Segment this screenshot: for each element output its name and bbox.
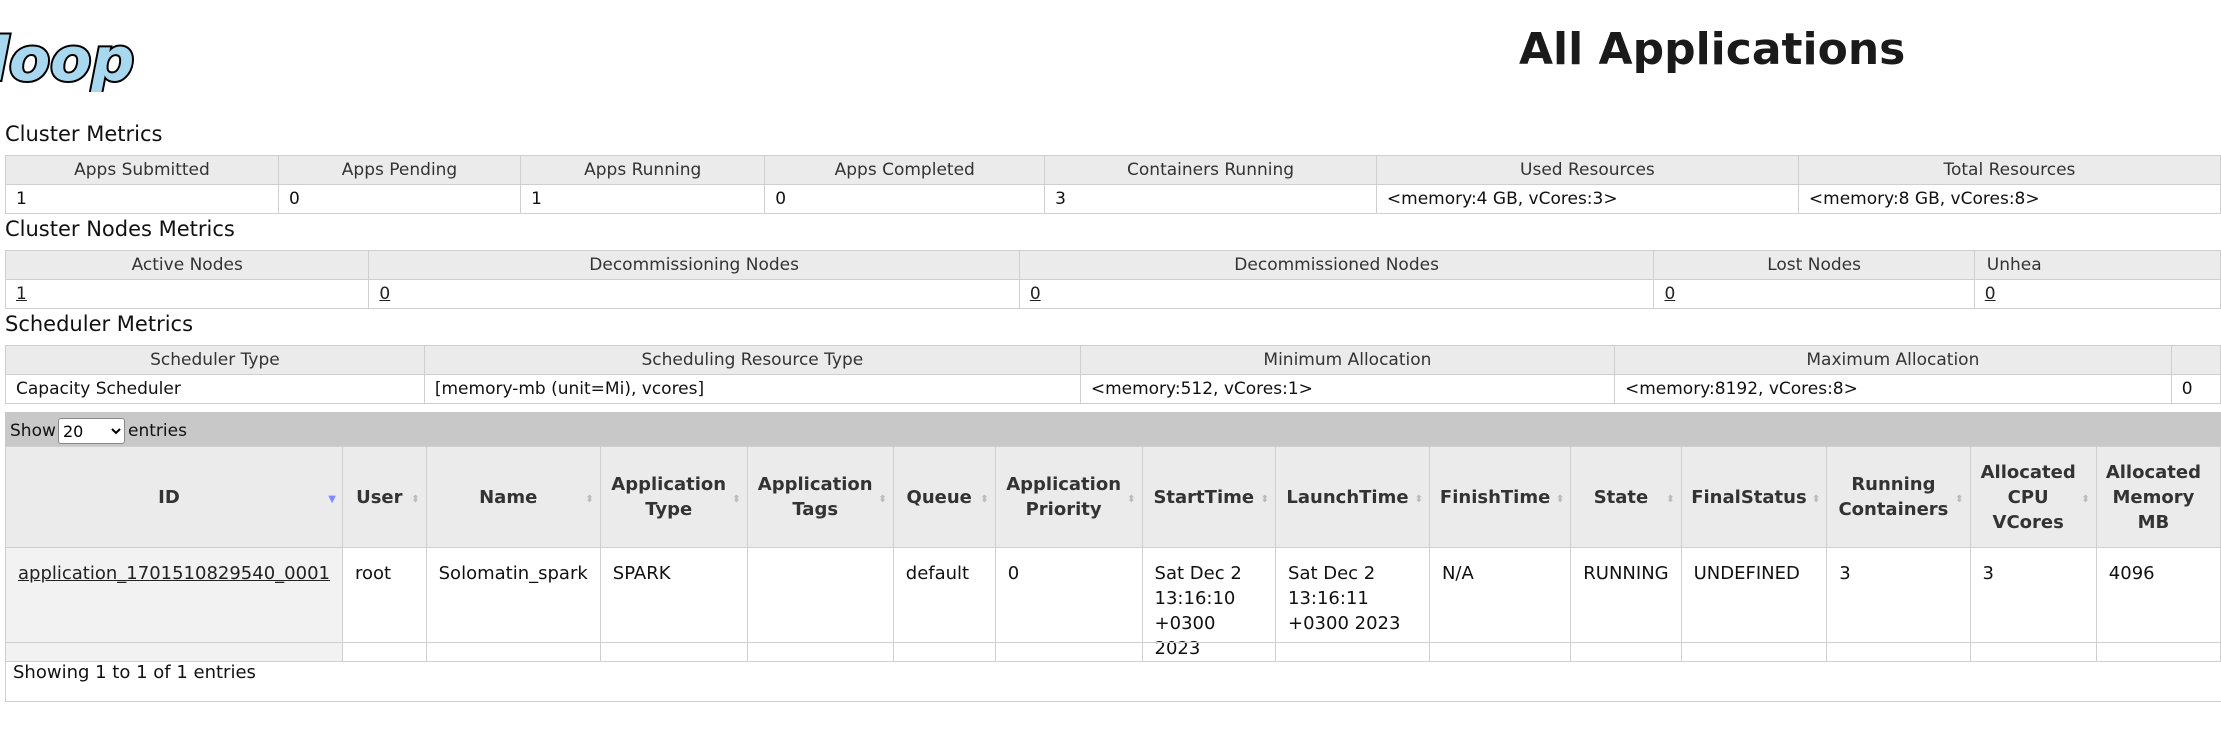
sort-both-icon: ⬍: [2081, 494, 2090, 505]
decommissioning-nodes-link[interactable]: 0: [379, 284, 390, 304]
col-header: Used Resources: [1375, 155, 1799, 185]
sort-header-user[interactable]: User ⬍: [341, 446, 427, 548]
col-header: Minimum Allocation: [1079, 345, 1615, 375]
active-nodes-link[interactable]: 1: [16, 284, 27, 304]
table-row: Capacity Scheduler [memory-mb (unit=Mi),…: [5, 374, 2221, 404]
table-header-row: Apps Submitted Apps Pending Apps Running…: [5, 155, 2221, 185]
show-label: Show: [10, 421, 56, 441]
sort-header-application-tags[interactable]: Application Tags ⬍: [746, 446, 894, 548]
sort-both-icon: ⬍: [1127, 494, 1136, 505]
scheduler-extra-value: 0: [2170, 374, 2221, 404]
cluster-nodes-metrics-title: Cluster Nodes Metrics: [5, 217, 235, 241]
sort-header-final-status[interactable]: FinalStatus ⬍: [1680, 446, 1828, 548]
decommissioning-nodes-cell: 0: [368, 279, 1020, 309]
sort-header-state[interactable]: State ⬍: [1570, 446, 1682, 548]
sort-both-icon: ⬍: [1260, 494, 1270, 505]
sort-header-id[interactable]: ID ▼: [5, 446, 343, 548]
sort-desc-icon: ▼: [328, 494, 336, 505]
lost-nodes-cell: 0: [1653, 279, 1975, 309]
col-header: Unhea: [1973, 250, 2221, 280]
sort-both-icon: ⬍: [1955, 494, 1964, 505]
apps-completed-value: 0: [764, 184, 1046, 214]
sort-header-name[interactable]: Name ⬍: [425, 446, 601, 548]
table-header-row: Active Nodes Decommissioning Nodes Decom…: [4, 250, 2221, 280]
scheduler-type-value: Capacity Scheduler: [5, 374, 425, 404]
cluster-metrics-table: Apps Submitted Apps Pending Apps Running…: [5, 155, 2221, 214]
decommissioned-nodes-link[interactable]: 0: [1030, 284, 1041, 304]
apps-submitted-value: 1: [5, 184, 279, 214]
table-header-row: ID ▼ User ⬍ Name ⬍ Application Type ⬍ Applic…: [5, 446, 2221, 548]
sort-both-icon: ⬍: [1555, 494, 1565, 505]
table-row: 1 0 0 0 0: [4, 279, 2221, 309]
used-resources-value: <memory:4 GB, vCores:3>: [1375, 184, 1799, 214]
col-header: Apps Running: [520, 155, 766, 185]
unhealthy-nodes-cell: 0: [1973, 279, 2221, 309]
sort-both-icon: ⬍: [1811, 494, 1821, 505]
sort-both-icon: ⬍: [585, 494, 594, 505]
maximum-allocation-value: <memory:8192, vCores:8>: [1613, 374, 2172, 404]
scheduler-metrics-table: Scheduler Type Scheduling Resource Type …: [5, 345, 2221, 404]
page-title: All Applications: [1519, 24, 1906, 75]
apps-running-value: 1: [520, 184, 766, 214]
col-header: Apps Pending: [277, 155, 522, 185]
sort-header-launch-time[interactable]: LaunchTime ⬍: [1275, 446, 1430, 548]
scheduler-metrics-title: Scheduler Metrics: [5, 312, 194, 336]
entries-label: entries: [128, 421, 187, 441]
table-info-text: Showing 1 to 1 of 1 entries: [13, 662, 256, 683]
total-resources-value: <memory:8 GB, vCores:8>: [1797, 184, 2221, 214]
col-header: Maximum Allocation: [1613, 345, 2172, 375]
applications-table: ID ▼ User ⬍ Name ⬍ Application Type ⬍ Applic…: [5, 446, 2221, 662]
sort-both-icon: ⬍: [878, 494, 887, 505]
sort-header-allocated-memory-mb[interactable]: Allocated Memory MB: [2095, 446, 2221, 548]
sort-header-application-type[interactable]: Application Type ⬍: [599, 446, 748, 548]
sort-both-icon: ⬍: [732, 494, 741, 505]
col-header: Decommissioned Nodes: [1018, 250, 1655, 280]
sort-both-icon: ⬍: [1666, 494, 1675, 505]
col-header: Scheduler Type: [5, 345, 425, 375]
sort-header-queue[interactable]: Queue ⬍: [892, 446, 996, 548]
table-header-row: Scheduler Type Scheduling Resource Type …: [5, 345, 2221, 375]
unhealthy-nodes-link[interactable]: 0: [1985, 284, 1996, 304]
scheduling-resource-type-value: [memory-mb (unit=Mi), vcores]: [423, 374, 1081, 404]
col-header: Active Nodes: [4, 250, 370, 280]
entries-per-page-select[interactable]: 20: [58, 418, 125, 444]
col-header: Total Resources: [1797, 155, 2221, 185]
sort-header-application-priority[interactable]: Application Priority ⬍: [994, 446, 1143, 548]
table-row: 1 0 1 0 3 <memory:4 GB, vCores:3> <memor…: [5, 184, 2221, 214]
col-header: Lost Nodes: [1653, 250, 1975, 280]
col-header: Containers Running: [1044, 155, 1377, 185]
table-info-box: Showing 1 to 1 of 1 entries: [5, 642, 2221, 702]
sort-header-allocated-cpu-vcores[interactable]: Allocated CPU VCores ⬍: [1969, 446, 2097, 548]
minimum-allocation-value: <memory:512, vCores:1>: [1079, 374, 1615, 404]
svg-text:doop: doop: [0, 25, 134, 92]
sort-both-icon: ⬍: [1414, 494, 1423, 505]
sort-both-icon: ⬍: [411, 494, 420, 505]
app-id-link[interactable]: application_1701510829540_0001: [18, 563, 330, 584]
cluster-metrics-title: Cluster Metrics: [5, 122, 163, 146]
cluster-nodes-metrics-table: Active Nodes Decommissioning Nodes Decom…: [4, 250, 2221, 309]
col-header: Apps Submitted: [5, 155, 279, 185]
lost-nodes-link[interactable]: 0: [1664, 284, 1675, 304]
col-header: Apps Completed: [764, 155, 1046, 185]
sort-header-finish-time[interactable]: FinishTime ⬍: [1428, 446, 1572, 548]
apps-pending-value: 0: [277, 184, 522, 214]
sort-header-running-containers[interactable]: Running Containers ⬍: [1826, 446, 1971, 548]
active-nodes-cell: 1: [4, 279, 370, 309]
col-header: Scheduling Resource Type: [423, 345, 1081, 375]
containers-running-value: 3: [1044, 184, 1377, 214]
hadoop-logo[interactable]: doop: [0, 22, 140, 92]
sort-both-icon: ⬍: [980, 494, 989, 505]
col-header: Decommissioning Nodes: [368, 250, 1020, 280]
col-header: [2170, 345, 2221, 375]
decommissioned-nodes-cell: 0: [1018, 279, 1655, 309]
sort-header-start-time[interactable]: StartTime ⬍: [1141, 446, 1277, 548]
